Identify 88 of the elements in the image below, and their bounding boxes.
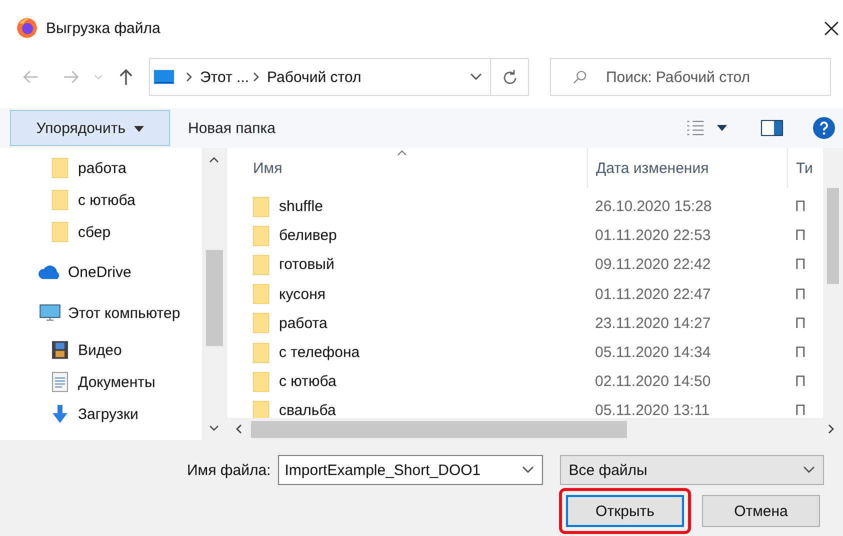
type-cell-text: П <box>794 373 807 390</box>
file-name[interactable]: работа <box>279 314 328 332</box>
filename-label: Имя файла: <box>187 462 271 478</box>
scroll-thumb[interactable] <box>251 420 627 438</box>
type-cell-text: П <box>794 314 807 332</box>
folder-icon <box>52 190 68 210</box>
scroll-left-icon[interactable] <box>236 424 242 434</box>
desktop-icon <box>154 69 174 85</box>
horizontal-scrollbar[interactable] <box>227 418 843 440</box>
chevron-icon <box>253 72 260 82</box>
date-cell-text: 26.10.2020 15:28 <box>594 198 713 216</box>
document-icon <box>52 372 68 392</box>
folder-icon <box>253 226 269 246</box>
sidebar-item[interactable]: Загрузки <box>78 406 138 422</box>
close-icon[interactable] <box>824 20 839 36</box>
type-cell-text: П <box>794 402 807 418</box>
scroll-down-icon[interactable] <box>209 425 219 431</box>
scroll-thumb[interactable] <box>827 188 839 284</box>
type-cell-text: П <box>794 286 807 303</box>
address-bar[interactable]: Этот ... Рабочий стол <box>149 58 491 96</box>
film-icon <box>52 340 68 360</box>
folder-icon <box>253 342 269 363</box>
file-name[interactable]: shuffle <box>279 198 323 216</box>
type-cell-text: П <box>794 344 807 362</box>
search-field[interactable]: Поиск: Рабочий стол <box>550 58 831 96</box>
sidebar-item[interactable]: OneDrive <box>68 264 132 280</box>
window-title: Выгрузка файла <box>46 20 160 36</box>
type-cell-text: П <box>794 227 807 244</box>
date-cell-text: 09.11.2020 22:42 <box>594 256 712 274</box>
file-name[interactable]: с ютюба <box>279 373 336 390</box>
preview-pane-icon[interactable] <box>761 120 783 136</box>
sidebar-item[interactable]: Этот компьютер <box>68 304 180 322</box>
dropdown-caret-icon[interactable] <box>802 466 815 474</box>
new-folder-button[interactable]: Новая папка <box>182 118 282 138</box>
file-name[interactable]: с телефона <box>279 344 360 362</box>
breadcrumb[interactable]: Рабочий стол <box>267 68 362 86</box>
caret-icon <box>134 126 144 132</box>
up-arrow-icon[interactable] <box>117 68 135 86</box>
date-cell-text: 23.11.2020 14:27 <box>594 314 712 332</box>
date-cell-text: 01.11.2020 22:53 <box>594 227 712 244</box>
scroll-thumb[interactable] <box>206 250 222 346</box>
type-cell-text: П <box>794 198 807 216</box>
dropdown-caret-icon[interactable] <box>522 466 534 474</box>
file-name[interactable]: свальба <box>279 402 336 418</box>
folder-icon <box>52 158 68 178</box>
date-cell-text: 05.11.2020 13:11 <box>594 402 711 418</box>
folder-icon <box>253 254 269 275</box>
chevron-icon <box>186 72 192 82</box>
folder-icon <box>52 222 68 242</box>
breadcrumb[interactable]: Этот ... <box>200 68 250 86</box>
file-name[interactable]: кусоня <box>279 286 326 303</box>
scrollbar[interactable] <box>202 148 226 440</box>
filename-field[interactable]: ImportExample_Short_DOO1 <box>278 455 543 485</box>
sidebar-item[interactable]: Документы <box>78 374 156 390</box>
organize-button[interactable]: Упорядочить <box>10 110 170 146</box>
sidebar-item[interactable]: работа <box>78 160 126 176</box>
open-button[interactable]: Открыть <box>566 495 684 527</box>
scroll-right-icon[interactable] <box>828 424 834 434</box>
cloud-icon <box>38 263 62 281</box>
view-caret-icon[interactable] <box>717 125 727 131</box>
folder-icon <box>253 372 269 392</box>
sort-caret-icon <box>397 150 407 156</box>
scrollbar[interactable] <box>823 148 843 418</box>
browser-logo-icon <box>16 17 38 39</box>
file-name[interactable]: готовый <box>279 256 334 274</box>
sidebar-item[interactable]: сбер <box>78 224 111 240</box>
file-name[interactable]: беливер <box>279 227 337 244</box>
date-cell-text: 01.11.2020 22:47 <box>594 286 712 303</box>
folder-icon <box>253 400 269 418</box>
cancel-button[interactable]: Отмена <box>702 495 820 527</box>
date-cell-text: 02.11.2020 14:50 <box>594 373 712 390</box>
folder-icon <box>253 196 269 217</box>
type-cell-text: П <box>794 256 807 274</box>
refresh-button[interactable] <box>491 58 529 96</box>
filetype-dropdown[interactable]: Все файлы <box>560 455 824 485</box>
folder-icon <box>253 284 269 304</box>
sidebar-item[interactable]: с ютюба <box>78 192 136 208</box>
dropdown-caret-icon[interactable] <box>470 73 482 81</box>
column-header[interactable]: Имя <box>227 148 587 188</box>
refresh-icon <box>502 69 518 85</box>
computer-icon <box>38 304 62 322</box>
scroll-up-icon[interactable] <box>209 157 219 163</box>
sidebar-item[interactable]: Видео <box>78 342 122 358</box>
date-cell-text: 05.11.2020 14:34 <box>594 344 712 362</box>
folder-icon <box>253 313 269 334</box>
help-icon[interactable] <box>813 117 835 139</box>
column-header[interactable]: Дата изменения <box>587 148 787 188</box>
search-icon <box>572 70 587 85</box>
